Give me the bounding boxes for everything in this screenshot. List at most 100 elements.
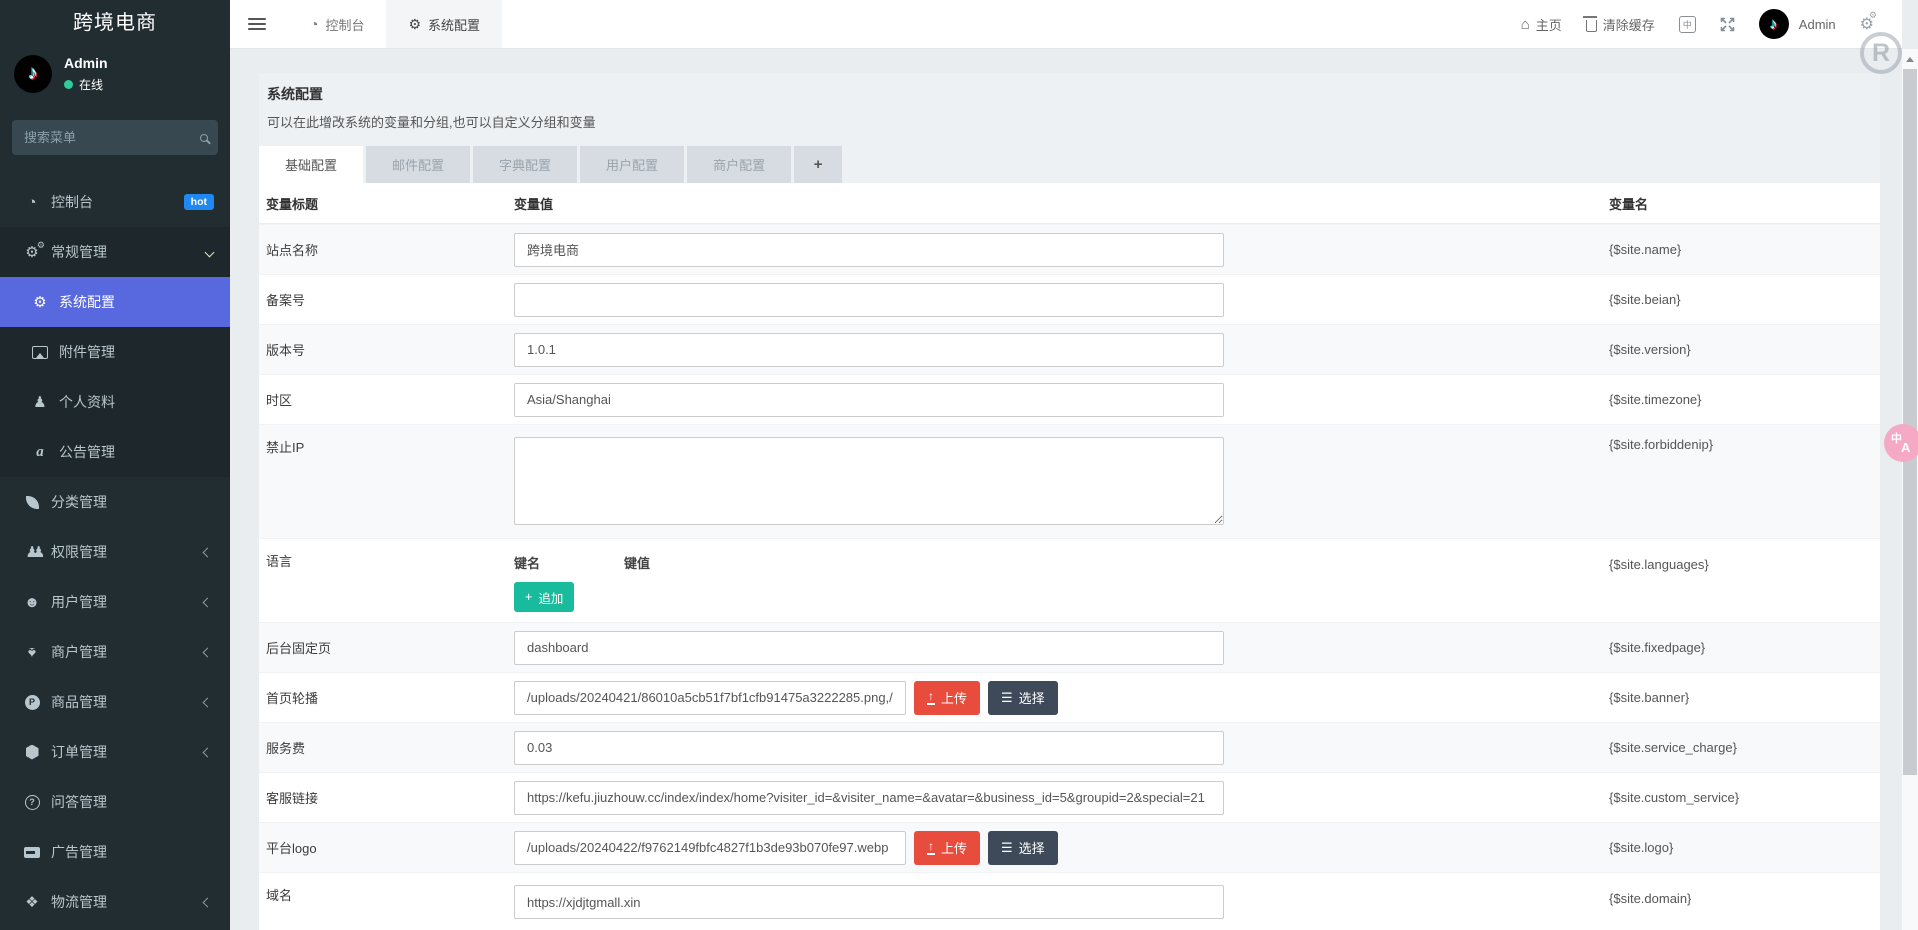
leaf-icon bbox=[22, 496, 42, 509]
user-circle-icon: ☻ bbox=[22, 595, 42, 610]
add-tab-button[interactable]: + bbox=[794, 146, 842, 183]
row-label: 版本号 bbox=[266, 340, 514, 359]
ad-card-icon bbox=[22, 847, 42, 858]
hamburger-menu-icon[interactable] bbox=[248, 0, 266, 48]
page-scrollbar[interactable] bbox=[1902, 49, 1918, 930]
row-label: 服务费 bbox=[266, 738, 514, 757]
sidebar-item-qa[interactable]: ? 问答管理 bbox=[0, 777, 230, 827]
upload-button[interactable]: ↑上传 bbox=[914, 681, 980, 715]
chevron-left-icon bbox=[203, 547, 213, 557]
home-link[interactable]: ⌂ 主页 bbox=[1521, 15, 1562, 34]
var-name: {$site.fixedpage} bbox=[1609, 640, 1880, 655]
tab-merchant-config[interactable]: 商户配置 bbox=[687, 146, 791, 183]
beian-input[interactable] bbox=[514, 283, 1224, 317]
upload-icon: ↑ bbox=[927, 690, 935, 705]
navbar-tab-label: 控制台 bbox=[325, 15, 364, 34]
sidebar-item-merchants[interactable]: ♠ 商户管理 bbox=[0, 627, 230, 677]
sidebar-item-orders[interactable]: 订单管理 bbox=[0, 727, 230, 777]
tab-user-config[interactable]: 用户配置 bbox=[580, 146, 684, 183]
sidebar-item-label: 分类管理 bbox=[51, 492, 107, 512]
upload-button[interactable]: ↑上传 bbox=[914, 831, 980, 865]
choose-button[interactable]: ☰选择 bbox=[988, 681, 1058, 715]
sidebar-item-categories[interactable]: 分类管理 bbox=[0, 477, 230, 527]
var-name: {$site.domain} bbox=[1609, 891, 1880, 906]
sidebar-item-users[interactable]: ☻ 用户管理 bbox=[0, 577, 230, 627]
custom-service-input[interactable] bbox=[514, 781, 1224, 815]
var-name: {$site.name} bbox=[1609, 242, 1880, 257]
var-name: {$site.service_charge} bbox=[1609, 740, 1880, 755]
config-row-timezone: 时区 {$site.timezone} bbox=[259, 374, 1880, 424]
chevron-left-icon bbox=[203, 747, 213, 757]
config-row-custom-service: 客服链接 {$site.custom_service} bbox=[259, 772, 1880, 822]
sidebar-item-dashboard[interactable]: ◔ 控制台 hot bbox=[0, 177, 230, 227]
avatar[interactable]: ♪ bbox=[14, 55, 52, 93]
timezone-input[interactable] bbox=[514, 383, 1224, 417]
sidebar-item-label: 订单管理 bbox=[51, 742, 107, 762]
var-name: {$site.languages} bbox=[1609, 557, 1880, 572]
domain-input[interactable] bbox=[514, 885, 1224, 919]
panel-body: 变量标题 变量值 变量名 站点名称 {$site.name} 备案号 {$sit… bbox=[259, 183, 1880, 930]
navbar-user[interactable]: ♪ Admin bbox=[1759, 9, 1836, 39]
sidebar-item-profile[interactable]: ♟ 个人资料 bbox=[0, 377, 230, 427]
menu-search bbox=[12, 120, 218, 155]
sidebar-item-label: 商户管理 bbox=[51, 642, 107, 662]
version-input[interactable] bbox=[514, 333, 1224, 367]
site-name-input[interactable] bbox=[514, 233, 1224, 267]
row-label: 站点名称 bbox=[266, 240, 514, 259]
sidebar-item-label: 用户管理 bbox=[51, 592, 107, 612]
sidebar-item-label: 问答管理 bbox=[51, 792, 107, 812]
logo-input[interactable] bbox=[514, 831, 906, 865]
sidebar-item-label: 附件管理 bbox=[59, 342, 115, 362]
config-row-site-name: 站点名称 {$site.name} bbox=[259, 224, 1880, 274]
sidebar-item-general[interactable]: ⚙⚙ 常规管理 bbox=[0, 227, 230, 277]
clear-cache-button[interactable]: 清除缓存 bbox=[1586, 15, 1655, 34]
row-label: 域名 bbox=[266, 885, 514, 904]
sidebar-item-attachments[interactable]: 附件管理 bbox=[0, 327, 230, 377]
service-charge-input[interactable] bbox=[514, 731, 1224, 765]
fullscreen-button[interactable] bbox=[1720, 17, 1735, 32]
choose-button[interactable]: ☰选择 bbox=[988, 831, 1058, 865]
language-button[interactable]: 中 bbox=[1679, 16, 1696, 33]
question-icon: ? bbox=[22, 795, 42, 810]
forbidden-ip-textarea[interactable] bbox=[514, 437, 1224, 525]
fixed-page-input[interactable] bbox=[514, 631, 1224, 665]
trash-icon bbox=[1586, 20, 1597, 32]
navbar-tab-dashboard[interactable]: ◔ 控制台 bbox=[288, 0, 386, 48]
search-icon bbox=[200, 134, 208, 142]
sidebar-item-label: 系统配置 bbox=[59, 292, 115, 312]
upload-label: 上传 bbox=[941, 838, 967, 857]
banner-input[interactable] bbox=[514, 681, 906, 715]
gear-icon: ⚙ bbox=[408, 16, 421, 33]
config-tabs: 基础配置 邮件配置 字典配置 用户配置 商户配置 + bbox=[259, 146, 1880, 183]
append-button[interactable]: + 追加 bbox=[514, 582, 574, 612]
choose-label: 选择 bbox=[1019, 838, 1045, 857]
var-name: {$site.custom_service} bbox=[1609, 790, 1880, 805]
sidebar-item-system-config[interactable]: ⚙ 系统配置 bbox=[0, 277, 230, 327]
sidebar-item-permissions[interactable]: ♟♟ 权限管理 bbox=[0, 527, 230, 577]
sidebar-item-logistics[interactable]: ❖ 物流管理 bbox=[0, 877, 230, 927]
config-row-forbidden-ip: 禁止IP {$site.forbiddenip} bbox=[259, 424, 1880, 538]
tab-basic-config[interactable]: 基础配置 bbox=[259, 146, 363, 183]
tab-dictionary-config[interactable]: 字典配置 bbox=[473, 146, 577, 183]
panel-heading: 系统配置 可以在此增改系统的变量和分组,也可以自定义分组和变量 基础配置 邮件配… bbox=[259, 73, 1880, 183]
append-label: 追加 bbox=[538, 588, 563, 607]
config-row-domain: 域名 {$site.domain} bbox=[259, 872, 1880, 930]
tab-mail-config[interactable]: 邮件配置 bbox=[366, 146, 470, 183]
translate-float-button[interactable]: 中 A bbox=[1884, 424, 1918, 462]
navbar-tab-system-config[interactable]: ⚙ 系统配置 bbox=[386, 0, 502, 48]
var-name: {$site.beian} bbox=[1609, 292, 1880, 307]
language-icon: 中 bbox=[1679, 16, 1696, 33]
var-name: {$site.banner} bbox=[1609, 690, 1880, 705]
sidebar-item-label: 公告管理 bbox=[59, 442, 115, 462]
scroll-up-icon[interactable] bbox=[1906, 57, 1914, 62]
registered-watermark: R bbox=[1860, 32, 1902, 74]
config-row-banner: 首页轮播 ↑上传 ☰选择 {$site.banner} bbox=[259, 672, 1880, 722]
online-dot-icon bbox=[64, 80, 73, 89]
settings-button[interactable]: ⚙⚙ bbox=[1860, 14, 1874, 34]
sidebar-item-announcements[interactable]: a 公告管理 bbox=[0, 427, 230, 477]
search-input[interactable] bbox=[24, 130, 200, 145]
scrollbar-thumb[interactable] bbox=[1903, 69, 1917, 775]
sidebar-item-ads[interactable]: 广告管理 bbox=[0, 827, 230, 877]
navbar-tab-label: 系统配置 bbox=[428, 15, 480, 34]
sidebar-item-products[interactable]: P 商品管理 bbox=[0, 677, 230, 727]
